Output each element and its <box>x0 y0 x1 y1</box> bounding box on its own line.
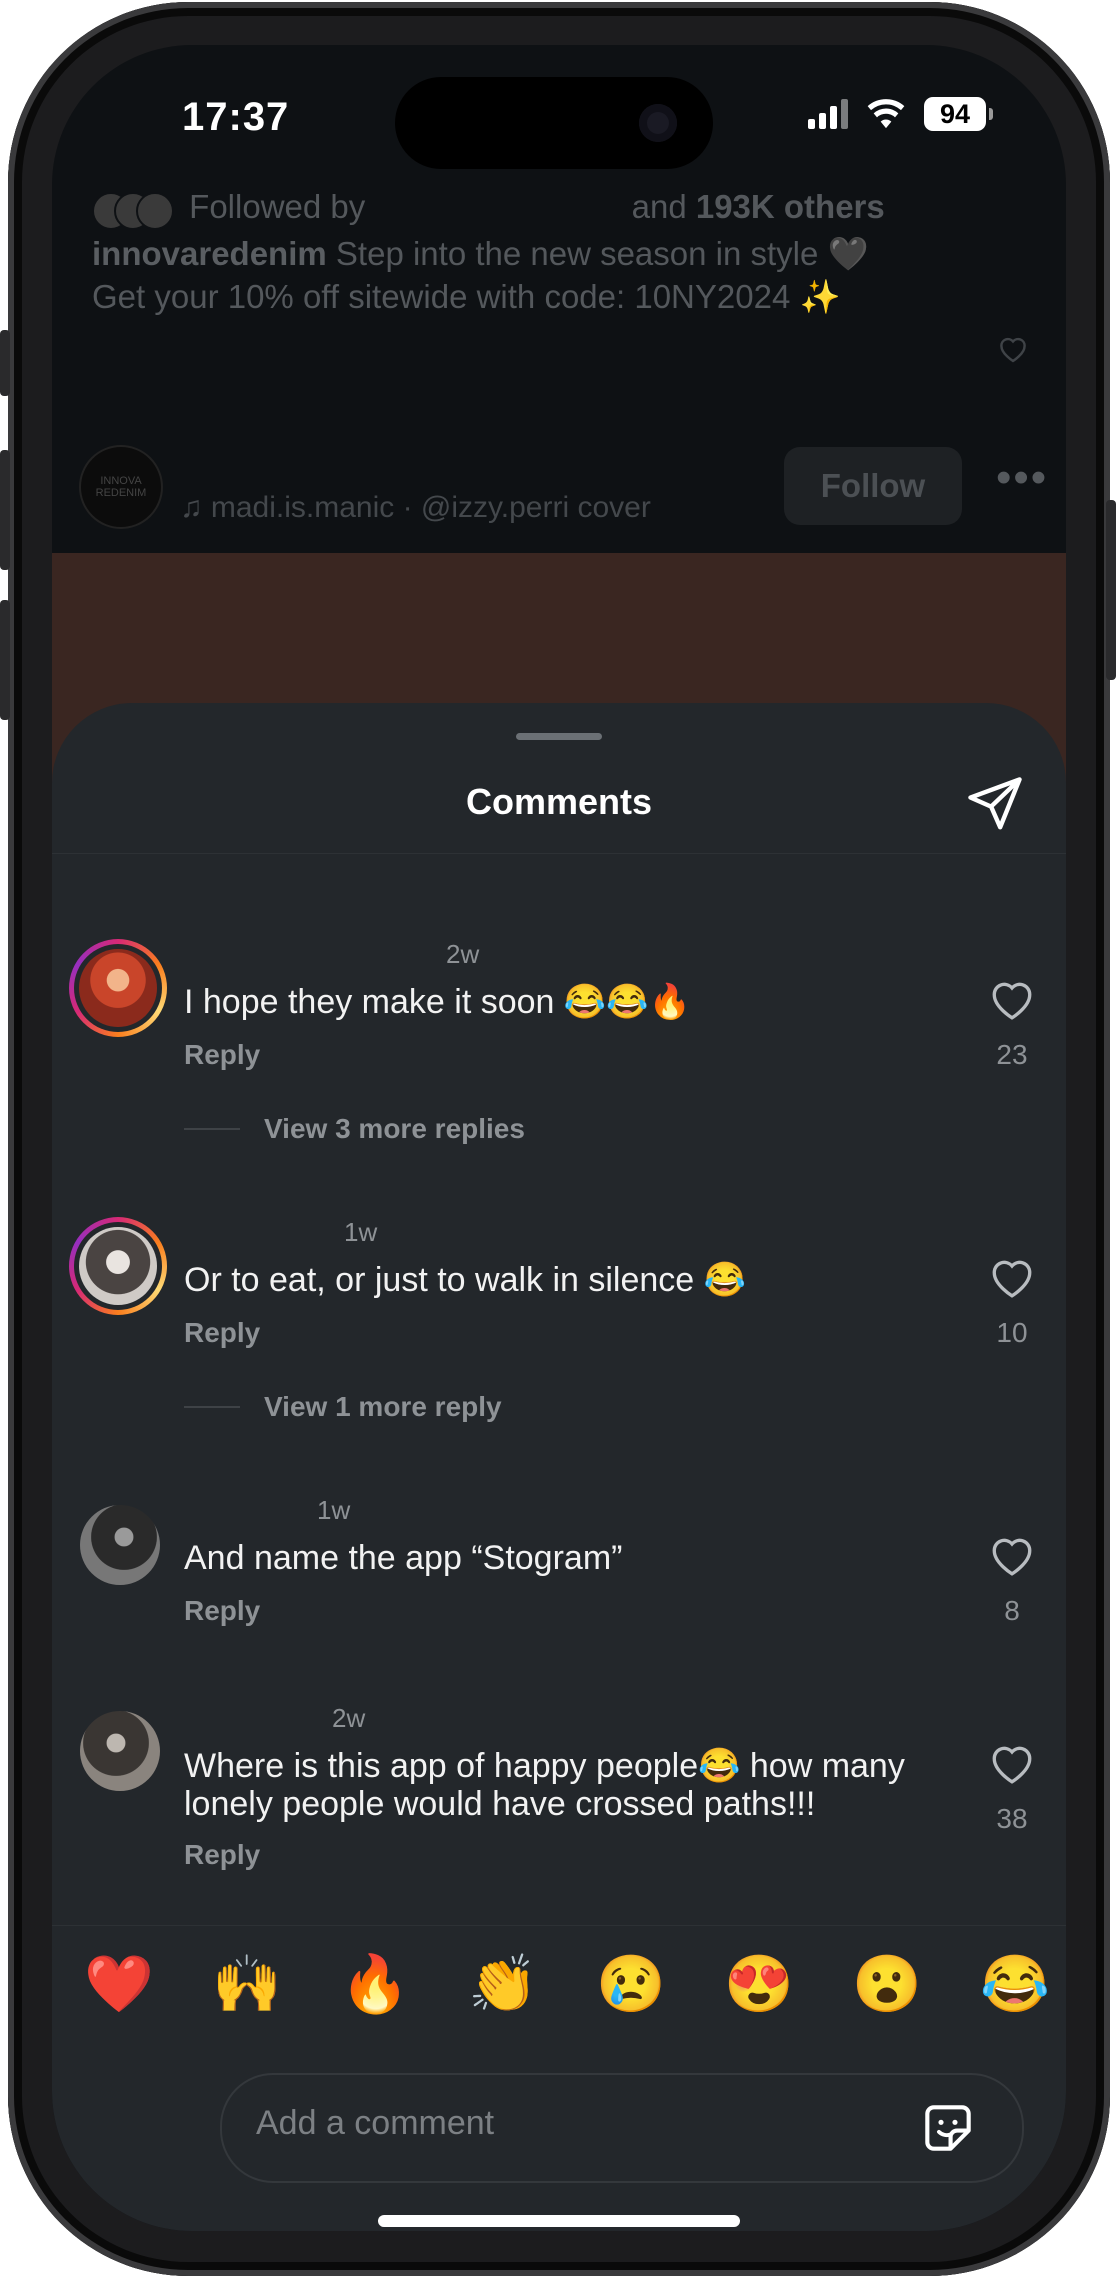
emoji-divider <box>52 1925 1066 1926</box>
battery-icon: 94 <box>924 97 993 131</box>
comment-input[interactable] <box>254 2103 858 2144</box>
screen: Followed by and 193K others innovaredeni… <box>52 45 1066 2231</box>
music-note-icon: ♫ <box>180 491 203 524</box>
status-icons: 94 <box>808 97 993 131</box>
home-indicator[interactable] <box>378 2215 740 2227</box>
action-button <box>0 330 10 396</box>
sheet-title: Comments <box>465 781 653 822</box>
status-time: 17:37 <box>182 95 290 139</box>
emoji-heart[interactable]: ❤️ <box>82 1951 156 2017</box>
power-button <box>1106 500 1116 680</box>
heart-outline-icon[interactable] <box>987 1253 1037 1299</box>
caption-username[interactable]: innovaredenim <box>92 235 327 272</box>
music-text: madi.is.manic · @izzy.perri cover <box>210 491 651 524</box>
dynamic-island <box>395 77 713 169</box>
view-more-replies[interactable]: View 1 more reply <box>184 1391 502 1423</box>
title-divider <box>52 853 1066 854</box>
paper-plane-icon[interactable] <box>964 773 1026 835</box>
comment-time: 2w <box>446 939 480 969</box>
comment-time: 1w <box>317 1495 351 1525</box>
caption-line-2: Get your 10% off sitewide with code: 10N… <box>92 278 841 315</box>
emoji-laughing[interactable]: 😂 <box>978 1951 1052 2017</box>
view-more-replies[interactable]: View 3 more replies <box>184 1113 525 1145</box>
comment-time: 1w <box>344 1217 378 1247</box>
reel-author-avatar[interactable]: INNOVA REDENIM <box>79 445 163 529</box>
like-count: 38 <box>996 1803 1028 1834</box>
quick-emoji-bar: ❤️ 🙌 🔥 👏 😢 😍 😮 😂 <box>82 1951 1052 2017</box>
more-options-icon[interactable]: ••• <box>996 453 1048 503</box>
like-count: 23 <box>996 1039 1028 1070</box>
wifi-icon <box>867 99 905 129</box>
emoji-crying[interactable]: 😢 <box>594 1951 668 2017</box>
followed-by-others[interactable]: 193K others <box>696 188 885 225</box>
reply-button[interactable]: Reply <box>184 1839 260 1871</box>
emoji-clap[interactable]: 👏 <box>466 1951 540 2017</box>
comment-text: And name the app “Stogram” <box>184 1539 623 1577</box>
music-attribution[interactable]: ♫ madi.is.manic · @izzy.perri cover <box>180 491 651 525</box>
reply-button[interactable]: Reply <box>184 1039 260 1071</box>
reply-button[interactable]: Reply <box>184 1595 260 1627</box>
comment-text: Or to eat, or just to walk in silence 😂 <box>184 1261 746 1299</box>
comment-text: Where is this app of happy people😂 how m… <box>184 1747 905 1823</box>
follow-button[interactable]: Follow <box>784 447 962 525</box>
follower-avatars <box>92 192 174 231</box>
caption-heart-icon[interactable] <box>996 333 1030 371</box>
post-caption: innovaredenim Step into the new season i… <box>92 232 952 318</box>
heart-outline-icon[interactable] <box>987 1739 1037 1785</box>
followed-by-line: Followed by and 193K others <box>92 188 885 231</box>
followed-by-prefix: Followed by <box>189 188 366 225</box>
comment-text: I hope they make it soon 😂😂🔥 <box>184 983 691 1021</box>
sticker-icon[interactable] <box>917 2097 979 2159</box>
emoji-heart-eyes[interactable]: 😍 <box>722 1951 796 2017</box>
emoji-surprised[interactable]: 😮 <box>850 1951 924 2017</box>
heart-outline-icon[interactable] <box>987 975 1037 1021</box>
avatar[interactable] <box>80 1505 160 1585</box>
caption-line-1: Step into the new season in style 🖤 <box>335 235 869 272</box>
heart-outline-icon[interactable] <box>987 1531 1037 1577</box>
cellular-signal-icon <box>808 99 848 129</box>
avatar[interactable] <box>80 1711 160 1791</box>
comment-time: 2w <box>332 1703 366 1733</box>
comments-sheet: Comments 2w I hope they make it soon 😂😂🔥… <box>52 703 1066 2231</box>
avatar[interactable] <box>69 1217 167 1315</box>
camera-icon <box>639 104 677 142</box>
reply-button[interactable]: Reply <box>184 1317 260 1349</box>
sheet-grabber[interactable] <box>516 733 602 740</box>
emoji-fire[interactable]: 🔥 <box>338 1951 412 2017</box>
emoji-raised-hands[interactable]: 🙌 <box>210 1951 284 2017</box>
volume-down-button <box>0 600 10 720</box>
followed-by-middle: and <box>631 188 687 225</box>
comment-composer <box>220 2073 1024 2183</box>
like-count: 8 <box>1004 1595 1020 1626</box>
avatar[interactable] <box>69 939 167 1037</box>
volume-up-button <box>0 450 10 570</box>
like-count: 10 <box>996 1317 1028 1348</box>
